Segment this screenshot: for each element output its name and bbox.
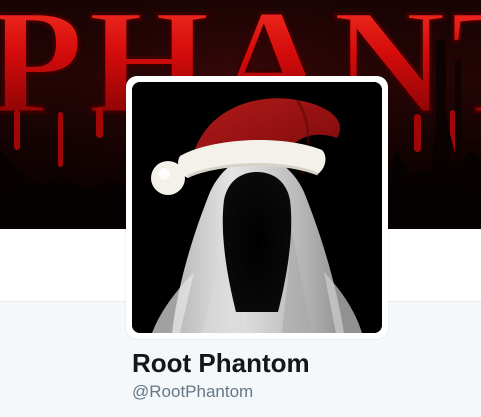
profile-display-name[interactable]: Root Phantom: [132, 348, 310, 378]
profile-handle[interactable]: @RootPhantom: [132, 381, 253, 403]
phantom-santa-hat-icon: [132, 82, 382, 333]
profile-header: PHANT: [0, 0, 481, 417]
profile-avatar[interactable]: [126, 76, 388, 339]
avatar-image: [132, 82, 382, 333]
